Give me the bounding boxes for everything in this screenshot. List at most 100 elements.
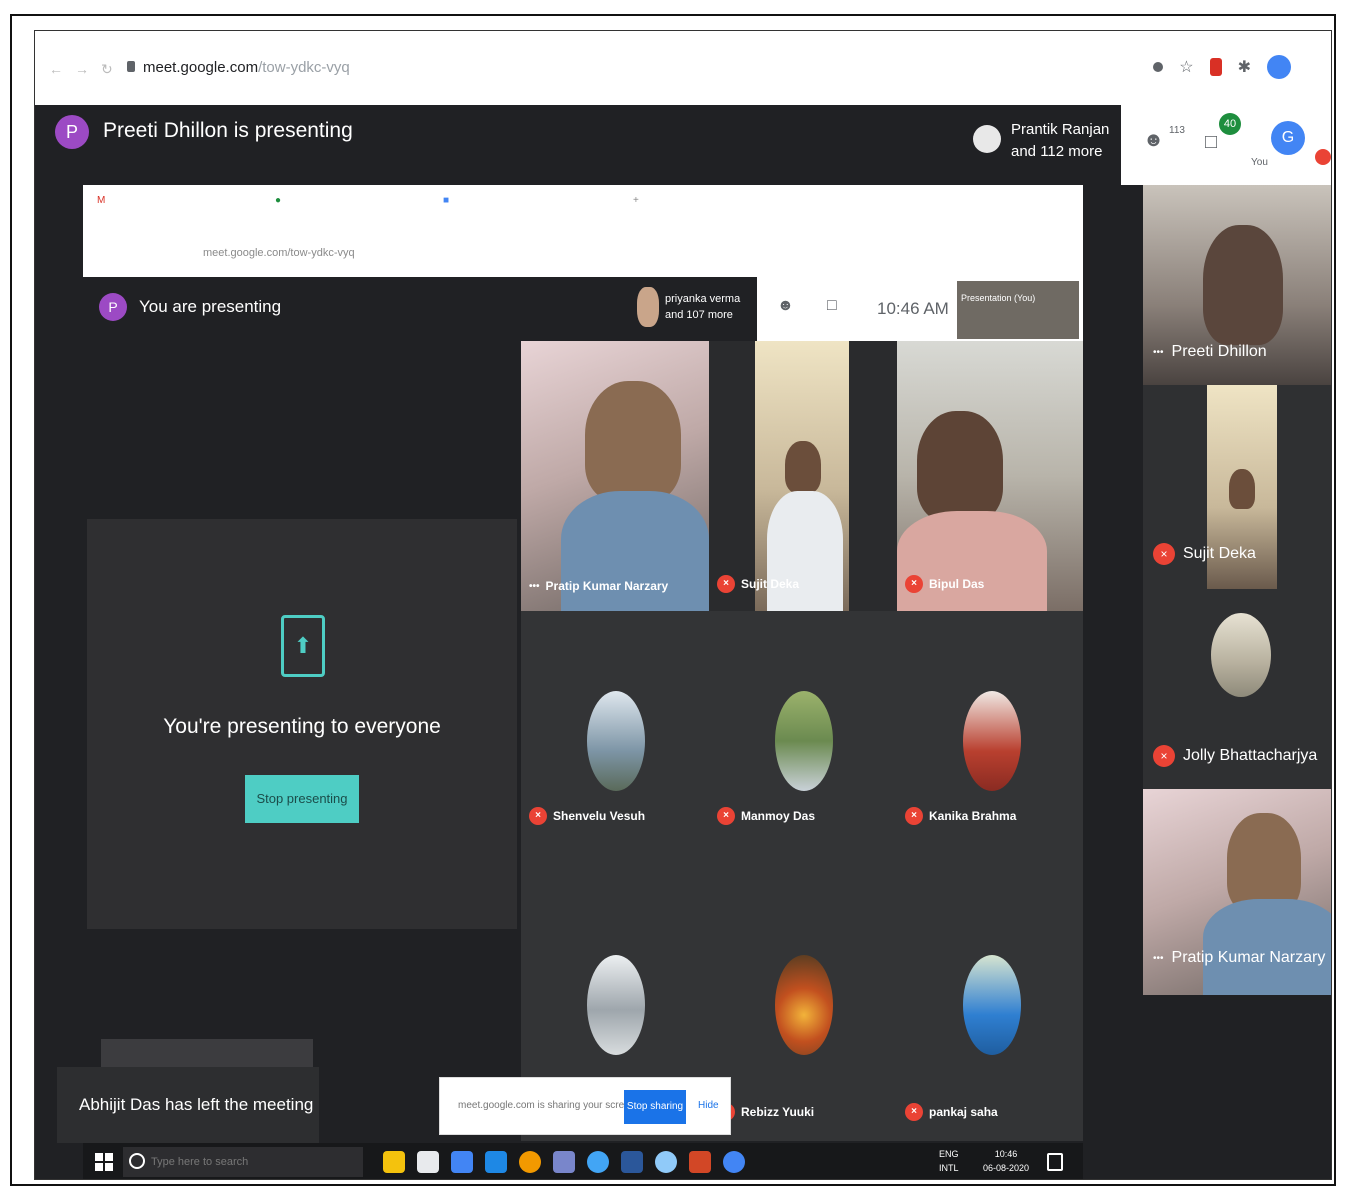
app-icon[interactable] [451, 1151, 473, 1173]
attendee-avatar [973, 125, 1001, 153]
sidebar-tile[interactable]: × Jolly Bhattacharjya [1143, 589, 1331, 789]
participant-grid: ••• Pratip Kumar Narzary × Sujit Deka × Bip… [521, 341, 1083, 1141]
url-path: /tow-ydkc-vyq [258, 59, 350, 76]
sidebar-tile[interactable]: ••• Preeti Dhillon [1143, 185, 1331, 385]
sidebar-name: Jolly Bhattacharjya [1183, 747, 1318, 764]
participant-video [917, 411, 1003, 521]
chrome-icon[interactable] [519, 1151, 541, 1173]
cast-icon[interactable] [1153, 62, 1164, 72]
stop-presenting-button[interactable]: Stop presenting [245, 775, 359, 823]
mic-off-icon: × [529, 807, 547, 825]
participant-name: Rebizz Yuuki [741, 1105, 815, 1119]
mic-off-icon: × [717, 575, 735, 593]
language-indicator[interactable]: ENG INTL [939, 1147, 959, 1175]
you-are-presenting: You are presenting [139, 297, 282, 316]
screenshot-frame: ← → ↻ meet.google.com/tow-ydkc-vyq ☆ ✱ P… [10, 14, 1336, 1186]
people-icon[interactable]: ☻ [1143, 129, 1164, 152]
sidebar-tile[interactable]: ••• Pratip Kumar Narzary [1143, 789, 1331, 995]
powerpoint-icon[interactable] [689, 1151, 711, 1173]
participant-tile[interactable]: × Sujit Deka [709, 341, 897, 611]
more-dots-icon: ••• [1153, 346, 1164, 358]
participant-tile[interactable]: ••• Pratip Kumar Narzary [521, 341, 709, 611]
participant-video [1227, 813, 1301, 913]
sidebar-name: Preeti Dhillon [1171, 343, 1267, 360]
lock-icon[interactable] [127, 61, 135, 72]
participant-avatar [775, 691, 833, 791]
windows-start-icon[interactable] [95, 1153, 113, 1171]
taskbar-search-placeholder: Type here to search [151, 1156, 249, 1168]
shared-attendees-line1: priyanka verma [665, 293, 741, 305]
participant-name: Sujit Deka [741, 577, 800, 591]
shared-screen: M ● ■ + meet.google.com/tow-ydkc-vyq P Y… [83, 185, 1083, 1145]
cortana-icon [129, 1153, 145, 1169]
participant-tile[interactable]: × pankaj saha [897, 871, 1083, 1141]
meeting-time: 10:46 AM [877, 299, 949, 318]
app-icon[interactable] [553, 1151, 575, 1173]
file-explorer-icon[interactable] [383, 1151, 405, 1173]
participant-video [585, 381, 681, 501]
participant-tile[interactable]: × Shenvelu Vesuh [521, 611, 709, 871]
store-icon[interactable] [417, 1151, 439, 1173]
attendees-summary[interactable]: Prantik Ranjan and 112 more [965, 111, 1121, 181]
mic-off-icon: × [905, 1103, 923, 1121]
chat-badge: 40 [1219, 113, 1241, 135]
participant-video [1229, 469, 1255, 509]
edge-icon[interactable] [485, 1151, 507, 1173]
app-icon[interactable] [655, 1151, 677, 1173]
participant-tile[interactable]: × Bipul Das [897, 341, 1083, 611]
drive-tab-icon: ■ [443, 195, 450, 206]
mic-off-icon: × [905, 575, 923, 593]
mic-off-icon: × [905, 807, 923, 825]
participant-tile[interactable]: × Kanika Brahma [897, 611, 1083, 871]
shared-meet-header: P You are presenting priyanka verma and … [83, 277, 1083, 341]
participant-tile[interactable]: ×Rebizz Yuuki [709, 871, 897, 1141]
lang-line2: INTL [939, 1163, 959, 1173]
notification-icon[interactable] [1047, 1153, 1063, 1171]
word-icon[interactable] [621, 1151, 643, 1173]
gmail-tab-icon: M [97, 195, 106, 206]
address-bar[interactable]: meet.google.com/tow-ydkc-vyq [143, 59, 350, 76]
screen-share-bar: meet.google.com is sharing your screen. … [439, 1077, 731, 1135]
participant-tile[interactable]: × Manmoy Das [709, 611, 897, 871]
mic-off-icon: × [717, 807, 735, 825]
app-icon[interactable] [587, 1151, 609, 1173]
more-dots-icon: ••• [1153, 952, 1164, 964]
mini-tile-label: Presentation (You) [961, 293, 1036, 303]
chat-icon[interactable]: □ [1205, 131, 1217, 154]
puzzle-icon[interactable]: ✱ [1238, 57, 1251, 77]
participant-video [785, 441, 821, 493]
participant-name: Pratip Kumar Narzary [545, 579, 669, 593]
url-host: meet.google.com [143, 59, 259, 76]
forward-icon[interactable]: → [75, 61, 89, 77]
stop-sharing-button[interactable]: Stop sharing [624, 1090, 686, 1124]
present-upload-icon: ⬆ [281, 615, 325, 677]
alert-dot [1315, 149, 1331, 165]
shared-header-actions: ☻ □ 10:46 AM Presentation (You) [757, 277, 1083, 341]
reload-icon[interactable]: ↻ [101, 61, 113, 78]
taskbar-search[interactable]: Type here to search [123, 1147, 363, 1177]
sharing-text: meet.google.com is sharing your screen. [458, 1100, 639, 1111]
star-icon[interactable]: ☆ [1179, 57, 1193, 77]
shield-extension-icon[interactable] [1209, 58, 1222, 76]
taskbar-clock[interactable]: 10:46 06-08-2020 [983, 1147, 1029, 1175]
participant-avatar [963, 955, 1021, 1055]
sidebar-tile[interactable]: × Sujit Deka [1143, 385, 1331, 589]
browser-icon[interactable] [723, 1151, 745, 1173]
profile-avatar-icon[interactable] [1267, 55, 1291, 79]
left-meeting-toast: Abhijit Das has left the meeting [57, 1067, 319, 1143]
participants-count: 113 [1169, 125, 1185, 136]
mic-off-icon: × [1153, 543, 1175, 565]
browser-window: ← → ↻ meet.google.com/tow-ydkc-vyq ☆ ✱ P… [34, 30, 1332, 1180]
back-icon[interactable]: ← [49, 61, 63, 77]
extension-icons: ☆ ✱ [1153, 55, 1291, 79]
shared-attendees-line2: and 107 more [665, 309, 733, 321]
presenter-avatar: P [55, 115, 89, 149]
meet-header-actions: ☻ 113 □ 40 G You [1121, 105, 1331, 185]
self-avatar[interactable]: G [1271, 121, 1305, 155]
participant-video [1203, 225, 1283, 345]
self-label: You [1251, 157, 1268, 168]
participant-name: Manmoy Das [741, 809, 816, 823]
mic-off-icon: × [1153, 745, 1175, 767]
hide-link[interactable]: Hide [698, 1100, 719, 1111]
shared-chat-icon: □ [827, 297, 837, 314]
